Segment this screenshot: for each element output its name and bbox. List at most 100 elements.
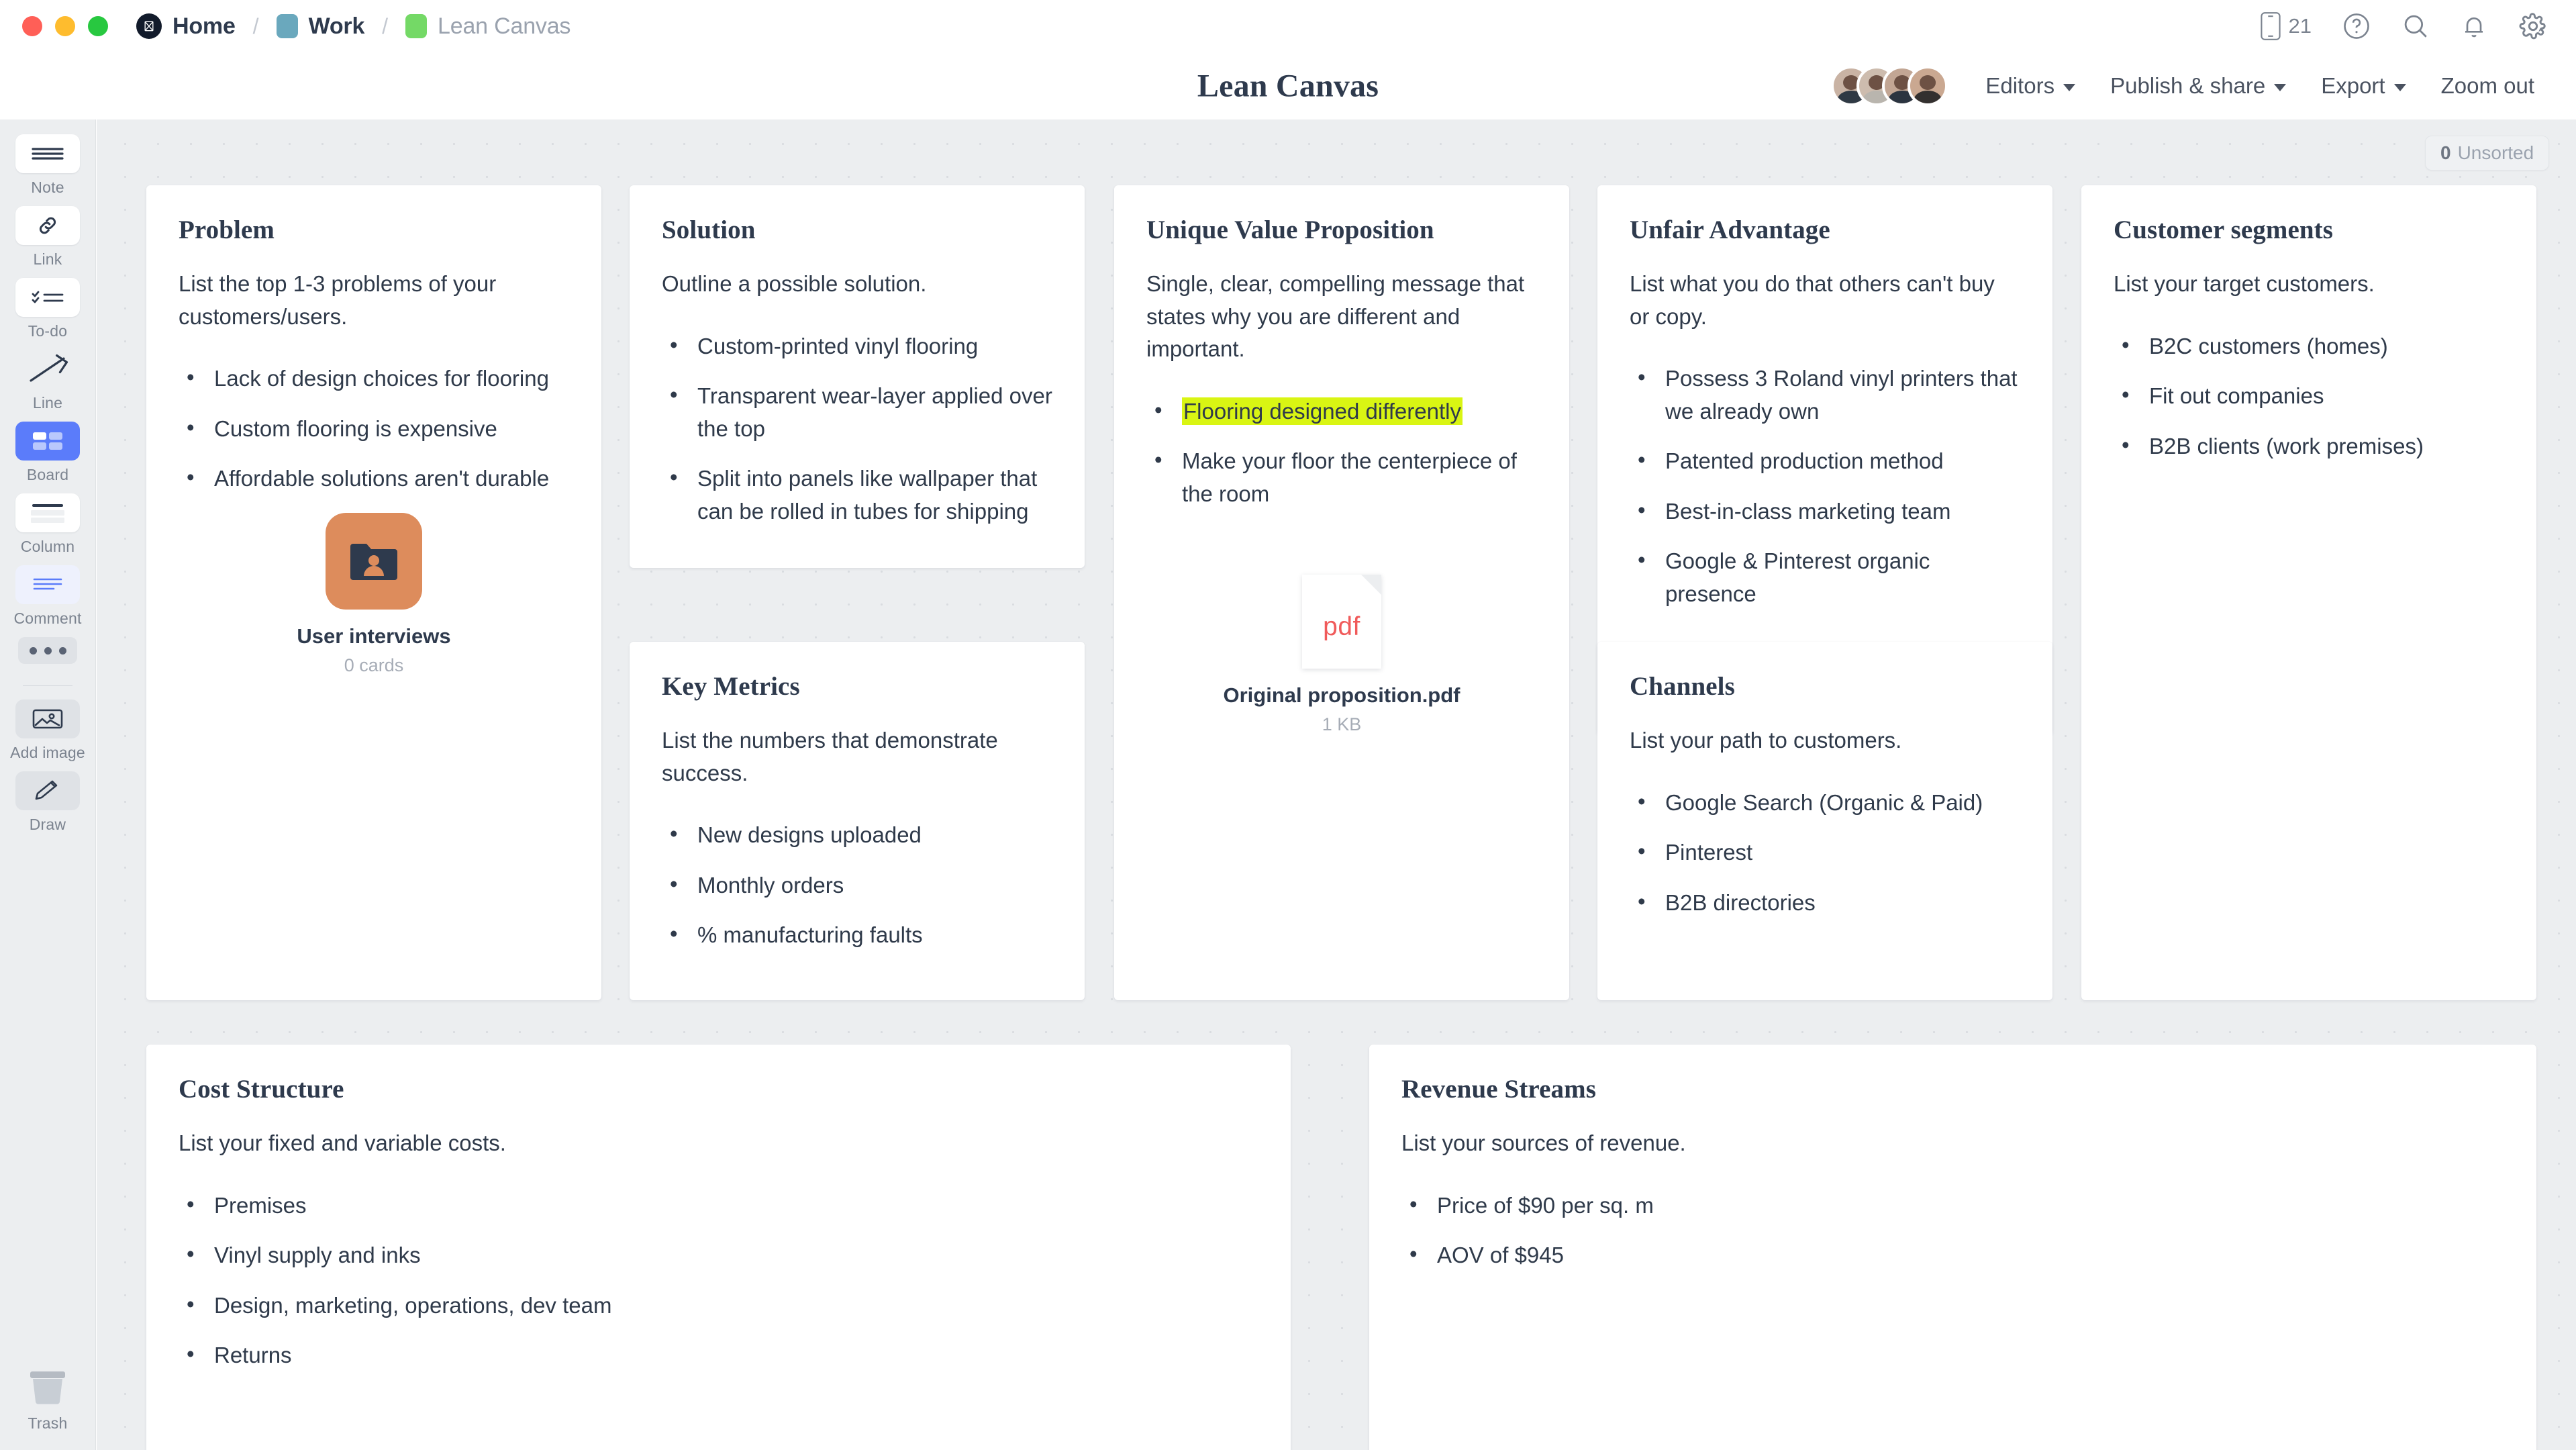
sidebar-label-link: Link: [33, 250, 62, 268]
sidebar-item-trash[interactable]: Trash: [27, 1369, 68, 1433]
unsorted-label: Unsorted: [2457, 142, 2534, 163]
phone-icon: [2260, 12, 2281, 40]
chevron-down-icon: [2274, 83, 2287, 91]
notifications-icon[interactable]: [2461, 12, 2487, 40]
search-icon[interactable]: [2401, 12, 2430, 40]
note-icon: [15, 134, 80, 173]
card-description: List your sources of revenue.: [1401, 1130, 1686, 1155]
list-item[interactable]: Fit out companies: [2114, 379, 2504, 413]
sidebar-item-line[interactable]: Line: [0, 350, 96, 412]
todo-icon: [15, 278, 80, 317]
card-description: List the numbers that demonstrate succes…: [662, 728, 998, 785]
list-item[interactable]: AOV of $945: [1401, 1238, 2504, 1272]
card-problem[interactable]: Problem List the top 1-3 problems of you…: [146, 185, 601, 1000]
milanote-app-window: Home / Work / Lean Canvas 21 Lean Canvas…: [0, 0, 2576, 1450]
card-title: Problem: [179, 215, 275, 244]
teal-square-icon: [276, 14, 298, 38]
export-menu-button[interactable]: Export: [2303, 73, 2423, 99]
sidebar-label-add-image: Add image: [10, 744, 85, 761]
list-item[interactable]: Google Search (Organic & Paid): [1630, 785, 2020, 820]
sidebar-label-line: Line: [32, 394, 63, 412]
list-item[interactable]: Vinyl supply and inks: [179, 1238, 1258, 1272]
sidebar-item-link[interactable]: Link: [0, 206, 96, 269]
unsorted-badge[interactable]: 0 Unsorted: [2425, 136, 2550, 171]
card-title: Solution: [662, 215, 756, 244]
editors-menu-button[interactable]: Editors: [1968, 73, 2093, 99]
list-item[interactable]: Split into panels like wallpaper that ca…: [662, 461, 1052, 528]
zoom-out-button[interactable]: Zoom out: [2424, 73, 2552, 99]
list-item[interactable]: Lack of design choices for flooring: [179, 361, 569, 395]
card-cost-structure[interactable]: Cost Structure List your fixed and varia…: [146, 1045, 1291, 1450]
card-description: List your fixed and variable costs.: [179, 1130, 506, 1155]
column-icon: [15, 493, 80, 532]
close-window-button[interactable]: [22, 16, 42, 36]
list-item[interactable]: B2B clients (work premises): [2114, 429, 2504, 463]
list-item[interactable]: Returns: [179, 1338, 1258, 1372]
list-item[interactable]: Price of $90 per sq. m: [1401, 1188, 2504, 1222]
list-item[interactable]: B2C customers (homes): [2114, 329, 2504, 363]
card-revenue-streams[interactable]: Revenue Streams List your sources of rev…: [1369, 1045, 2536, 1450]
list-item[interactable]: Make your floor the centerpiece of the r…: [1146, 444, 1537, 510]
folder-icon: [326, 512, 422, 610]
card-solution[interactable]: Solution Outline a possible solution. Cu…: [630, 185, 1085, 568]
card-channels[interactable]: Channels List your path to customers. Go…: [1597, 642, 2052, 1000]
help-icon[interactable]: [2342, 12, 2371, 40]
sidebar-item-comment[interactable]: Comment: [0, 565, 96, 628]
pdf-file-icon: pdf: [1302, 575, 1381, 669]
list-item[interactable]: New designs uploaded: [662, 818, 1052, 852]
more-dots-icon: [18, 637, 77, 664]
attachment-folder[interactable]: User interviews 0 cards: [179, 512, 569, 676]
sidebar-item-draw[interactable]: Draw: [0, 771, 96, 834]
minimize-window-button[interactable]: [55, 16, 75, 36]
card-description: Outline a possible solution.: [662, 271, 927, 296]
sidebar-item-column[interactable]: Column: [0, 493, 96, 556]
sidebar-item-add-image[interactable]: Add image: [0, 699, 96, 762]
list-item[interactable]: Affordable solutions aren't durable: [179, 461, 569, 495]
sidebar-item-board[interactable]: Board: [0, 422, 96, 484]
card-description: List your path to customers.: [1630, 728, 1902, 753]
attachment-pdf[interactable]: pdf Original proposition.pdf 1 KB: [1146, 575, 1537, 735]
maximize-window-button[interactable]: [88, 16, 108, 36]
avatar[interactable]: [1908, 66, 1948, 106]
list-item[interactable]: Best-in-class marketing team: [1630, 494, 2020, 528]
card-customer-segments[interactable]: Customer segments List your target custo…: [2081, 185, 2536, 1000]
mobile-count: 21: [2288, 14, 2312, 38]
breadcrumb-item-work[interactable]: Work: [276, 13, 364, 40]
list-item[interactable]: Pinterest: [1630, 835, 2020, 869]
sidebar-item-note[interactable]: Note: [0, 134, 96, 197]
list-item[interactable]: % manufacturing faults: [662, 918, 1052, 952]
breadcrumb-item-home[interactable]: Home: [136, 13, 236, 40]
card-description: List what you do that others can't buy o…: [1630, 271, 1995, 329]
list-item[interactable]: Google & Pinterest organic presence: [1630, 544, 2020, 610]
publish-share-menu-button[interactable]: Publish & share: [2093, 73, 2303, 99]
editor-avatars[interactable]: [1831, 66, 1948, 106]
sidebar-label-todo: To-do: [28, 322, 68, 340]
list-item[interactable]: B2B directories: [1630, 885, 2020, 920]
unsorted-count: 0: [2440, 142, 2451, 163]
card-bullet-list: Google Search (Organic & Paid) Pinterest…: [1630, 785, 2020, 920]
list-item[interactable]: Custom flooring is expensive: [179, 412, 569, 446]
breadcrumb-item-lean-canvas[interactable]: Lean Canvas: [405, 13, 571, 40]
mobile-app-button[interactable]: 21: [2260, 12, 2312, 40]
list-item[interactable]: Design, marketing, operations, dev team: [179, 1288, 1258, 1322]
list-item[interactable]: Flooring designed differently: [1146, 394, 1537, 428]
list-item[interactable]: Transparent wear-layer applied over the …: [662, 379, 1052, 445]
breadcrumb: Home / Work / Lean Canvas: [136, 13, 571, 40]
chevron-down-icon: [2063, 83, 2076, 91]
list-item[interactable]: Patented production method: [1630, 444, 2020, 478]
trash-icon: [27, 1369, 68, 1409]
list-item[interactable]: Possess 3 Roland vinyl printers that we …: [1630, 361, 2020, 428]
sidebar-item-todo[interactable]: To-do: [0, 278, 96, 340]
list-item[interactable]: Monthly orders: [662, 868, 1052, 902]
board-canvas[interactable]: Problem List the top 1-3 problems of you…: [97, 119, 2576, 1450]
settings-gear-icon[interactable]: [2518, 11, 2548, 41]
card-unique-value-proposition[interactable]: Unique Value Proposition Single, clear, …: [1114, 185, 1569, 1000]
card-bullet-list: Premises Vinyl supply and inks Design, m…: [179, 1188, 1258, 1372]
list-item[interactable]: Custom-printed vinyl flooring: [662, 329, 1052, 363]
card-title: Customer segments: [2114, 215, 2334, 244]
sidebar-item-more[interactable]: [0, 637, 96, 664]
sidebar-label-comment: Comment: [13, 610, 82, 627]
card-title: Key Metrics: [662, 672, 800, 701]
list-item[interactable]: Premises: [179, 1188, 1258, 1222]
card-key-metrics[interactable]: Key Metrics List the numbers that demons…: [630, 642, 1085, 1000]
